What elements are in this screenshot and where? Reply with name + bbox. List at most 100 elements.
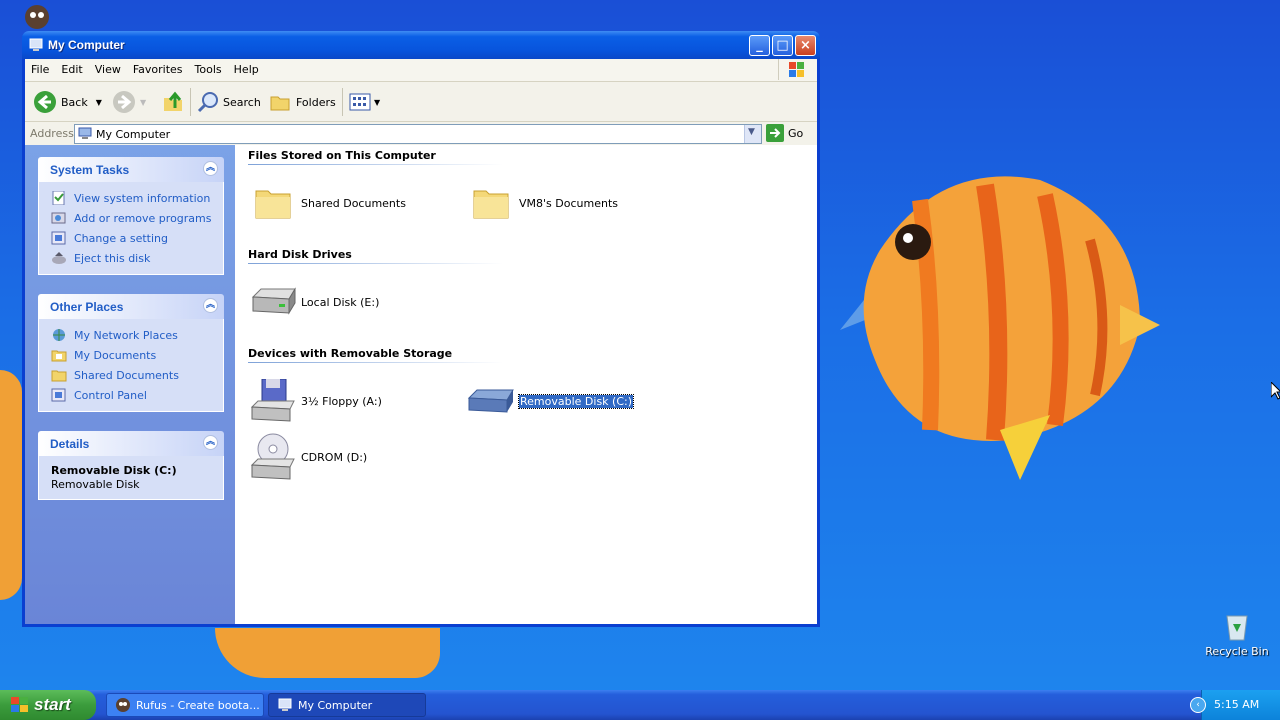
other-places-header[interactable]: Other Places ︽ [38, 294, 224, 319]
fish-wallpaper [840, 176, 1160, 480]
taskbar-item-my-computer[interactable]: My Computer [268, 693, 426, 717]
desktop-icon-top[interactable] [22, 2, 52, 32]
title-bar[interactable]: My Computer _ □ × [22, 31, 820, 59]
clock[interactable]: 5:15 AM [1214, 698, 1259, 711]
folders-icon [270, 96, 290, 111]
folders-button[interactable]: Folders [268, 90, 336, 114]
floppy-a-item[interactable]: 3½ Floppy (A:) [248, 377, 382, 425]
menu-tools[interactable]: Tools [189, 59, 228, 76]
details-item-type: Removable Disk [51, 478, 140, 491]
my-network-places-link[interactable]: My Network Places [51, 325, 223, 345]
task-pane: System Tasks ︽ View system information A… [25, 145, 235, 624]
address-input[interactable]: My Computer ▼ [74, 124, 762, 144]
shared-documents-item[interactable]: Shared Documents [248, 179, 406, 227]
views-dropdown-icon: ▼ [374, 97, 381, 107]
address-bar: Address My Computer ▼ Go [25, 122, 817, 146]
system-tasks-body: View system information Add or remove pr… [38, 182, 224, 275]
search-icon [197, 92, 218, 113]
collapse-icon[interactable]: ︽ [203, 435, 218, 450]
folder-icon [51, 370, 67, 382]
back-button[interactable]: Back ▼ [33, 90, 102, 114]
back-arrow-icon [34, 91, 56, 113]
search-label: Search [223, 95, 261, 109]
search-button[interactable]: Search [196, 90, 261, 114]
recycle-bin-icon [1226, 615, 1248, 641]
views-button[interactable]: ▼ [348, 90, 380, 114]
computer-icon [278, 698, 292, 711]
windows-flag-icon [11, 697, 28, 712]
folders-label: Folders [296, 95, 336, 109]
start-label: start [34, 695, 71, 714]
fish-wallpaper-left [0, 370, 22, 600]
other-places-body: My Network Places My Documents Shared Do… [38, 319, 224, 412]
window-content: File Edit View Favorites Tools Help Back ▼ ▼ … [25, 59, 817, 624]
group-divider [248, 263, 503, 264]
computer-small-icon [78, 127, 92, 139]
local-disk-e-item[interactable]: Local Disk (E:) [248, 278, 379, 326]
floppy-drive-icon [250, 379, 295, 422]
link-label: Add or remove programs [74, 211, 212, 225]
view-system-information-link[interactable]: View system information [51, 188, 223, 208]
menu-view[interactable]: View [89, 59, 127, 76]
forward-dropdown-icon: ▼ [140, 97, 147, 107]
rufus-icon [116, 698, 130, 712]
item-label: Local Disk (E:) [301, 295, 380, 309]
taskbar-item-rufus[interactable]: Rufus - Create boota... [106, 693, 264, 717]
rufus-icon [25, 5, 49, 29]
collapse-icon[interactable]: ︽ [203, 161, 218, 176]
link-label: My Documents [74, 348, 157, 362]
add-remove-programs-link[interactable]: Add or remove programs [51, 208, 223, 228]
go-button[interactable]: Go [766, 124, 803, 142]
menu-file[interactable]: File [25, 59, 55, 76]
windows-flag-icon [789, 62, 804, 77]
shared-documents-link[interactable]: Shared Documents [51, 365, 223, 385]
details-header[interactable]: Details ︽ [38, 431, 224, 456]
window-title: My Computer [48, 38, 125, 52]
chevron-down-icon: ▼ [748, 127, 755, 137]
computer-icon [29, 38, 43, 51]
link-label: Change a setting [74, 231, 168, 245]
maximize-button[interactable]: □ [772, 35, 793, 56]
taskbar: start Rufus - Create boota... My Compute… [0, 690, 1280, 720]
item-label: CDROM (D:) [301, 450, 368, 464]
removable-disk-icon [467, 389, 514, 413]
menu-edit[interactable]: Edit [55, 59, 88, 76]
forward-button[interactable]: ▼ [112, 90, 146, 114]
windows-logo [778, 59, 813, 80]
cdrom-drive-icon [250, 433, 295, 480]
menu-help[interactable]: Help [228, 59, 265, 76]
mouse-cursor-icon [1271, 382, 1280, 400]
eject-disk-link[interactable]: Eject this disk [51, 248, 223, 268]
recycle-bin-label: Recycle Bin [1205, 645, 1269, 658]
start-button[interactable]: start [0, 690, 96, 720]
go-label: Go [788, 126, 804, 140]
minimize-button[interactable]: _ [749, 35, 770, 56]
toolbar: Back ▼ ▼ Search Folders ▼ [25, 82, 817, 122]
details-body: Removable Disk (C:) Removable Disk [38, 456, 224, 500]
link-label: Shared Documents [74, 368, 179, 382]
menu-bar: File Edit View Favorites Tools Help [25, 59, 817, 82]
removable-disk-c-item[interactable]: Removable Disk (C:) [466, 377, 635, 425]
back-dropdown-icon[interactable]: ▼ [96, 98, 102, 107]
link-label: Control Panel [74, 388, 147, 402]
toolbar-separator-2 [342, 88, 343, 116]
cdrom-d-item[interactable]: CDROM (D:) [248, 433, 367, 481]
control-panel-link[interactable]: Control Panel [51, 385, 223, 405]
content-pane: Files Stored on This Computer Shared Doc… [235, 145, 817, 624]
address-label: Address [30, 127, 74, 140]
close-button[interactable]: × [795, 35, 816, 56]
change-setting-link[interactable]: Change a setting [51, 228, 223, 248]
item-label: 3½ Floppy (A:) [301, 394, 382, 408]
my-documents-link[interactable]: My Documents [51, 345, 223, 365]
recycle-bin[interactable]: Recycle Bin [1205, 610, 1269, 658]
group-header-removable: Devices with Removable Storage [248, 347, 453, 360]
vm8-documents-item[interactable]: VM8's Documents [466, 179, 618, 227]
up-button[interactable] [161, 90, 185, 114]
tray-expand-icon[interactable]: ‹ [1190, 697, 1206, 713]
menu-favorites[interactable]: Favorites [127, 59, 189, 76]
system-tasks-header[interactable]: System Tasks ︽ [38, 157, 224, 182]
programs-icon [51, 212, 66, 224]
collapse-icon[interactable]: ︽ [203, 298, 218, 313]
eject-icon [52, 252, 66, 264]
address-dropdown-button[interactable]: ▼ [744, 125, 761, 143]
